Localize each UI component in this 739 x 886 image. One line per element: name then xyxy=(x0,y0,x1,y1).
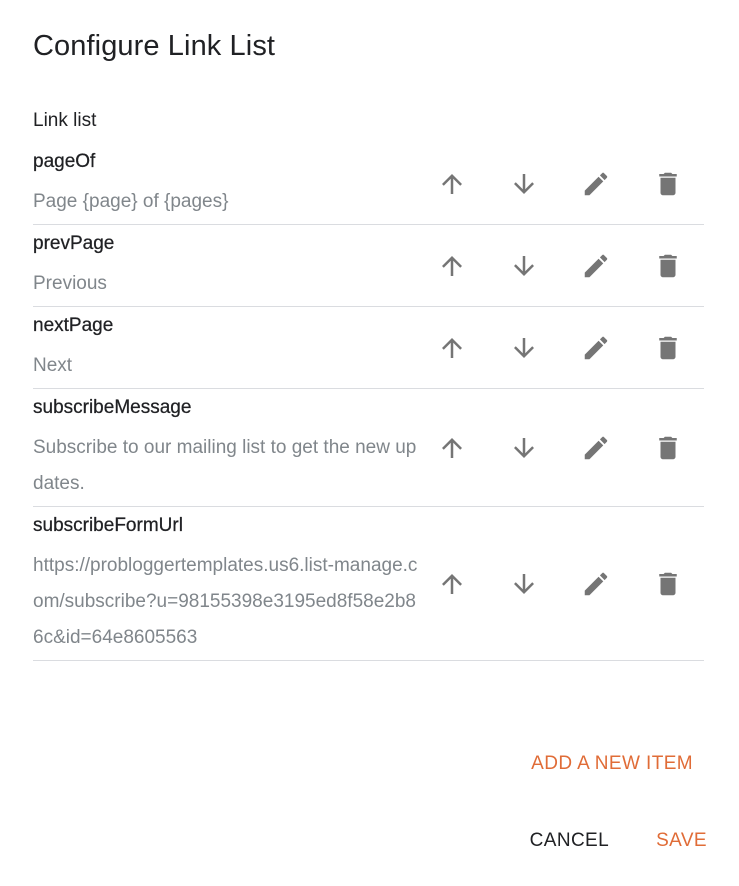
arrow-down-icon xyxy=(514,255,534,276)
list-item-actions xyxy=(416,389,704,506)
trash-icon xyxy=(659,572,677,595)
list-item: subscribeMessage Subscribe to our mailin… xyxy=(33,389,704,507)
list-item-text: pageOf Page {page} of {pages} xyxy=(33,143,418,224)
delete-button[interactable] xyxy=(632,562,704,606)
trash-icon xyxy=(659,436,677,459)
cancel-button[interactable]: CANCEL xyxy=(530,830,609,852)
list-item-key: pageOf xyxy=(33,151,96,172)
list-item-value: Previous xyxy=(33,273,107,294)
configure-link-list-dialog: Configure Link List Link list pageOf Pag… xyxy=(0,0,739,886)
trash-icon xyxy=(659,172,677,195)
edit-button[interactable] xyxy=(560,326,632,370)
section-label: Link list xyxy=(33,110,97,131)
edit-button[interactable] xyxy=(560,244,632,288)
list-item-value: Next xyxy=(33,355,73,376)
pencil-icon xyxy=(584,436,608,459)
list-item: nextPage Next xyxy=(33,307,704,389)
pencil-icon xyxy=(584,572,608,595)
save-button[interactable]: SAVE xyxy=(656,830,707,852)
move-down-button[interactable] xyxy=(488,562,560,606)
list-item-text: nextPage Next xyxy=(33,307,418,388)
edit-button[interactable] xyxy=(560,162,632,206)
move-up-button[interactable] xyxy=(416,426,488,470)
arrow-up-icon xyxy=(442,573,462,594)
move-up-button[interactable] xyxy=(416,326,488,370)
list-item-text: subscribeMessage Subscribe to our mailin… xyxy=(33,389,418,506)
list-item: pageOf Page {page} of {pages} xyxy=(33,143,704,225)
delete-button[interactable] xyxy=(632,244,704,288)
list-item-key: subscribeFormUrl xyxy=(33,515,183,536)
move-down-button[interactable] xyxy=(488,244,560,288)
link-list: pageOf Page {page} of {pages} prevPage P… xyxy=(33,143,704,661)
add-new-item-button[interactable]: ADD A NEW ITEM xyxy=(531,753,693,775)
arrow-up-icon xyxy=(442,255,462,276)
arrow-up-icon xyxy=(442,337,462,358)
move-up-button[interactable] xyxy=(416,162,488,206)
list-item-key: subscribeMessage xyxy=(33,397,192,418)
move-up-button[interactable] xyxy=(416,562,488,606)
list-item-actions xyxy=(416,143,704,224)
list-item-actions xyxy=(416,507,704,660)
move-down-button[interactable] xyxy=(488,162,560,206)
pencil-icon xyxy=(584,336,608,359)
arrow-down-icon xyxy=(514,337,534,358)
dialog-title: Configure Link List xyxy=(33,30,276,62)
list-item-value: Subscribe to our mailing list to get the… xyxy=(33,437,417,494)
edit-button[interactable] xyxy=(560,426,632,470)
list-item-key: nextPage xyxy=(33,315,114,336)
pencil-icon xyxy=(584,254,608,277)
dialog-footer: CANCEL SAVE xyxy=(530,830,707,852)
list-item-key: prevPage xyxy=(33,233,115,254)
list-item: subscribeFormUrl https://problogger​temp… xyxy=(33,507,704,661)
trash-icon xyxy=(659,254,677,277)
delete-button[interactable] xyxy=(632,426,704,470)
delete-button[interactable] xyxy=(632,162,704,206)
arrow-down-icon xyxy=(514,173,534,194)
list-item-value: Page {page} of {pages} xyxy=(33,191,229,212)
arrow-down-icon xyxy=(514,573,534,594)
list-item-actions xyxy=(416,225,704,306)
list-item-text: prevPage Previous xyxy=(33,225,418,306)
list-item-text: subscribeFormUrl https://problogger​temp… xyxy=(33,507,418,660)
move-up-button[interactable] xyxy=(416,244,488,288)
list-item-value: https://problogger​templates.us6.list-ma… xyxy=(33,555,418,648)
delete-button[interactable] xyxy=(632,326,704,370)
arrow-down-icon xyxy=(514,437,534,458)
arrow-up-icon xyxy=(442,173,462,194)
move-down-button[interactable] xyxy=(488,426,560,470)
edit-button[interactable] xyxy=(560,562,632,606)
list-item-actions xyxy=(416,307,704,388)
list-item: prevPage Previous xyxy=(33,225,704,307)
trash-icon xyxy=(659,336,677,359)
pencil-icon xyxy=(584,172,608,195)
arrow-up-icon xyxy=(442,437,462,458)
move-down-button[interactable] xyxy=(488,326,560,370)
